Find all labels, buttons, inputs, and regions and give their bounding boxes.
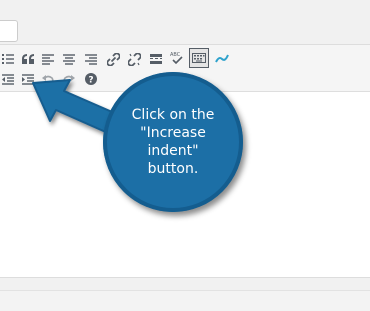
editor-screenshot: ABC ? Click on the "Increase indent" but… <box>0 0 370 311</box>
instruction-callout: Click on the "Increase indent" button. <box>103 72 243 212</box>
callout-text: Click on the "Increase indent" button. <box>131 107 215 177</box>
